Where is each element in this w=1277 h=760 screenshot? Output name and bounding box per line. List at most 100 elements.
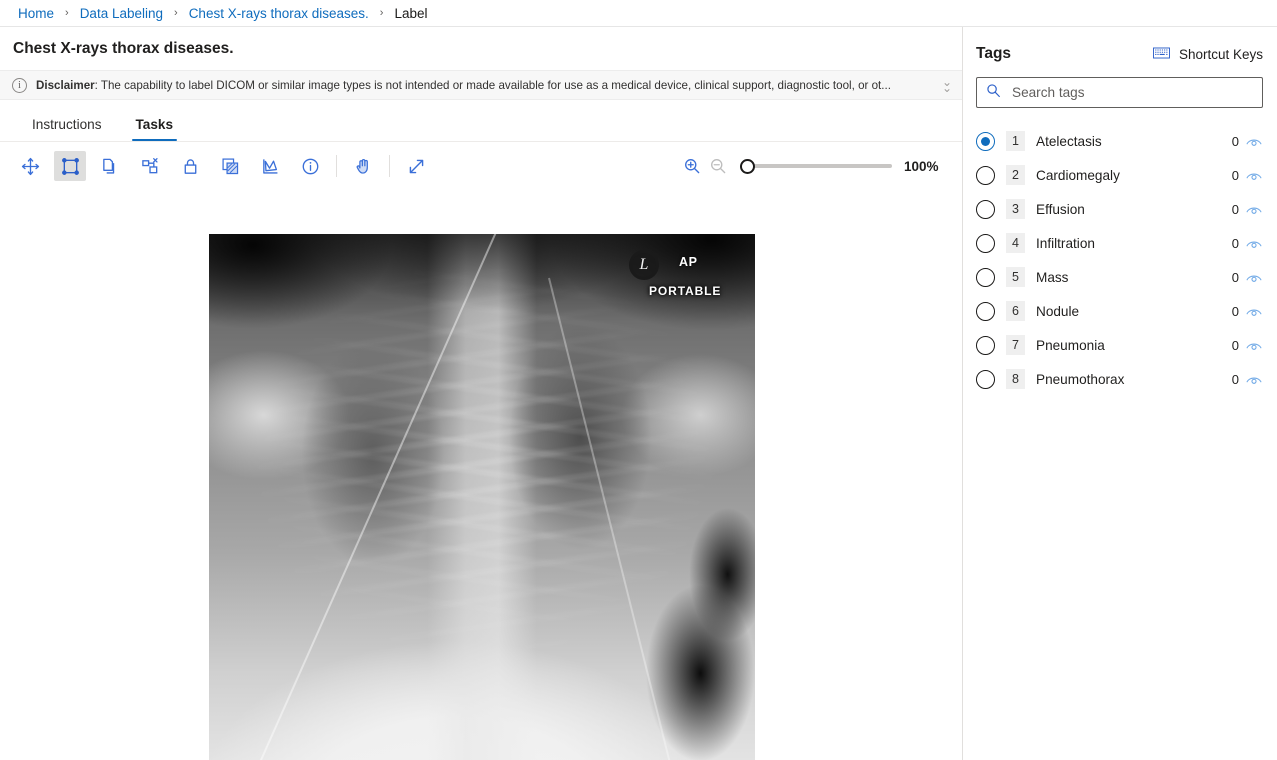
tag-count: 0: [1231, 133, 1239, 149]
tag-count: 0: [1231, 167, 1239, 183]
tag-index: 1: [1006, 131, 1025, 151]
tag-index: 2: [1006, 165, 1025, 185]
disclaimer-text: Disclaimer: The capability to label DICO…: [36, 79, 934, 92]
move-tool-button[interactable]: [14, 151, 46, 181]
tag-index: 4: [1006, 233, 1025, 253]
tags-title: Tags: [976, 45, 1012, 62]
eye-icon[interactable]: [1245, 200, 1263, 218]
tag-row-pneumonia[interactable]: 7 Pneumonia 0: [976, 328, 1263, 362]
zoom-slider-thumb[interactable]: [740, 158, 755, 174]
disclaimer-prefix: Disclaimer: [36, 78, 95, 92]
xray-technique-marker: PORTABLE: [649, 284, 722, 298]
labeling-pane: Chest X-rays thorax diseases. i Disclaim…: [0, 27, 963, 760]
tab-instructions[interactable]: Instructions: [22, 117, 112, 141]
tag-radio[interactable]: [976, 165, 995, 185]
tag-row-infiltration[interactable]: 4 Infiltration 0: [976, 226, 1263, 260]
pan-hand-tool-button[interactable]: [347, 151, 379, 181]
tag-radio[interactable]: [976, 369, 995, 389]
info-tool-button[interactable]: [294, 151, 326, 181]
tag-row-atelectasis[interactable]: 1 Atelectasis 0: [976, 124, 1263, 158]
breadcrumb-separator: ›: [379, 7, 384, 19]
main-shell: Chest X-rays thorax diseases. i Disclaim…: [0, 27, 1277, 760]
breadcrumb-item-home[interactable]: Home: [18, 6, 54, 21]
tags-panel: Tags Shortcut Keys Search tags 1 Atelect…: [963, 27, 1276, 760]
tag-count: 0: [1231, 235, 1239, 251]
tag-radio[interactable]: [976, 335, 995, 355]
shortcut-keys-button[interactable]: Shortcut Keys: [1152, 46, 1263, 62]
lock-tool-button[interactable]: [174, 151, 206, 181]
breadcrumb-item-label: Label: [394, 5, 428, 21]
zoom-percentage: 100%: [904, 158, 939, 174]
zoom-slider[interactable]: [740, 153, 892, 179]
tag-row-pneumothorax[interactable]: 8 Pneumothorax 0: [976, 362, 1263, 396]
search-icon: [986, 83, 1001, 103]
tag-index: 3: [1006, 199, 1025, 219]
tab-bar: Instructions Tasks: [0, 100, 962, 142]
eye-icon[interactable]: [1245, 268, 1263, 286]
keyboard-icon: [1152, 47, 1170, 62]
search-tags-input[interactable]: [1010, 84, 1253, 101]
zoom-in-icon[interactable]: [679, 153, 705, 179]
breadcrumb-item-data-labeling[interactable]: Data Labeling: [80, 6, 163, 21]
tag-count: 0: [1231, 269, 1239, 285]
eye-icon[interactable]: [1245, 302, 1263, 320]
fullscreen-tool-button[interactable]: [400, 151, 432, 181]
polygon-tool-button[interactable]: [254, 151, 286, 181]
xray-rib-texture-mirror: [209, 234, 755, 760]
zoom-slider-track: [740, 164, 892, 168]
toolbar-separator: [336, 155, 337, 177]
eye-icon[interactable]: [1245, 234, 1263, 252]
tag-radio[interactable]: [976, 199, 995, 219]
tag-label: Cardiomegaly: [1036, 167, 1120, 183]
tag-row-mass[interactable]: 5 Mass 0: [976, 260, 1263, 294]
tag-count: 0: [1231, 201, 1239, 217]
image-canvas[interactable]: L AP PORTABLE: [0, 230, 962, 760]
disclaimer-bar: i Disclaimer: The capability to label DI…: [0, 70, 962, 100]
tag-radio[interactable]: [976, 131, 995, 151]
eye-icon[interactable]: [1245, 166, 1263, 184]
layers-tool-button[interactable]: [214, 151, 246, 181]
tag-count: 0: [1231, 371, 1239, 387]
annotation-toolbar: 100%: [0, 142, 962, 190]
breadcrumb-separator: ›: [65, 7, 69, 19]
tag-index: 5: [1006, 267, 1025, 287]
tag-label: Pneumonia: [1036, 337, 1105, 353]
shortcut-keys-label: Shortcut Keys: [1178, 46, 1263, 62]
page-title: Chest X-rays thorax diseases.: [13, 40, 234, 57]
xray-side-marker: L: [629, 250, 659, 280]
zoom-controls: 100%: [679, 153, 944, 179]
tag-row-effusion[interactable]: 3 Effusion 0: [976, 192, 1263, 226]
xray-image-frame[interactable]: L AP PORTABLE: [209, 234, 755, 760]
tag-row-cardiomegaly[interactable]: 2 Cardiomegaly 0: [976, 158, 1263, 192]
eye-icon[interactable]: [1245, 132, 1263, 150]
tab-tasks[interactable]: Tasks: [126, 117, 184, 141]
search-tags-box[interactable]: [976, 77, 1263, 108]
chevron-double-down-icon[interactable]: ⌄ ⌄: [942, 76, 952, 94]
tag-radio[interactable]: [976, 301, 995, 321]
tag-label: Nodule: [1036, 303, 1080, 319]
copy-tool-button[interactable]: [94, 151, 126, 181]
tag-count: 0: [1231, 303, 1239, 319]
tag-label: Atelectasis: [1036, 133, 1102, 149]
tag-index: 7: [1006, 335, 1025, 355]
breadcrumb-separator: ›: [174, 7, 178, 19]
xray-projection-marker: AP: [679, 255, 698, 269]
disclaimer-body: : The capability to label DICOM or simil…: [94, 78, 891, 92]
tag-row-nodule[interactable]: 6 Nodule 0: [976, 294, 1263, 328]
tag-label: Infiltration: [1036, 235, 1095, 251]
tag-index: 6: [1006, 301, 1025, 321]
tag-count: 0: [1231, 337, 1239, 353]
info-icon: i: [12, 77, 27, 93]
eye-icon[interactable]: [1245, 336, 1263, 354]
tag-index: 8: [1006, 369, 1025, 389]
eye-icon[interactable]: [1245, 370, 1263, 388]
tag-label: Mass: [1036, 269, 1069, 285]
delete-region-tool-button[interactable]: [134, 151, 166, 181]
toolbar-separator: [389, 155, 390, 177]
bounding-box-tool-button[interactable]: [54, 151, 86, 181]
tag-radio[interactable]: [976, 267, 995, 287]
zoom-out-icon[interactable]: [705, 153, 731, 179]
tag-radio[interactable]: [976, 233, 995, 253]
tag-label: Effusion: [1036, 201, 1085, 217]
breadcrumb-item-project[interactable]: Chest X-rays thorax diseases.: [189, 6, 369, 21]
